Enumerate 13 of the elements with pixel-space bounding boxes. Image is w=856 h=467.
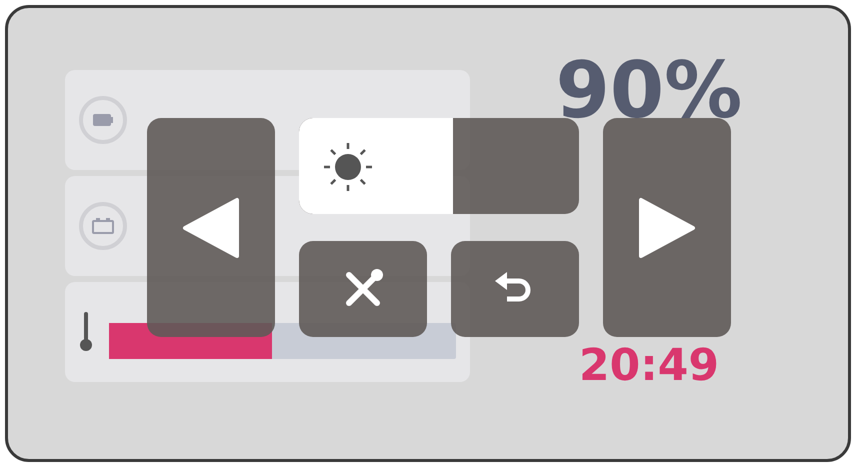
previous-button[interactable]: [147, 118, 275, 337]
settings-button[interactable]: [299, 241, 427, 337]
next-button[interactable]: [603, 118, 731, 337]
brightness-slider[interactable]: [299, 118, 579, 214]
sun-icon: [321, 140, 375, 194]
clock-time: 20:49: [578, 340, 720, 391]
left-triangle-icon: [181, 196, 241, 260]
soc-value: 90%: [556, 58, 742, 124]
right-triangle-icon: [637, 196, 697, 260]
battery-icon: [79, 96, 127, 144]
back-button[interactable]: [451, 241, 579, 337]
thermometer-icon: [79, 312, 93, 352]
car-battery-icon: [79, 202, 127, 250]
